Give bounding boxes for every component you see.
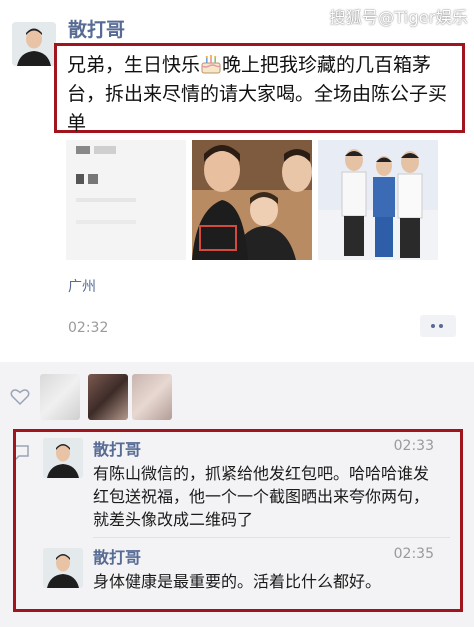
more-actions-button[interactable] bbox=[420, 315, 456, 337]
post-author-name[interactable]: 散打哥 bbox=[68, 15, 125, 42]
comment-time: 02:35 bbox=[393, 546, 434, 562]
comment-text: 身体健康是最重要的。活着比什么都好。 bbox=[93, 572, 382, 591]
post-time: 02:32 bbox=[68, 320, 109, 336]
post-author-avatar[interactable] bbox=[12, 22, 56, 66]
watermark: 搜狐号@Tiger娱乐 bbox=[329, 8, 468, 27]
comment-author-name[interactable]: 散打哥 bbox=[93, 544, 141, 568]
liker-avatar[interactable] bbox=[40, 374, 80, 420]
heart-icon bbox=[10, 389, 30, 406]
comment-author-avatar[interactable] bbox=[43, 438, 83, 478]
comment-text: 有陈山微信的，抓紧给他发红包吧。哈哈哈谁发红包送祝福，他一个一个截图晒出来夸你两… bbox=[93, 464, 430, 529]
comment-divider bbox=[93, 537, 450, 538]
post-photo-2[interactable] bbox=[192, 140, 312, 260]
post-photos bbox=[66, 140, 438, 260]
post-photo-3[interactable] bbox=[318, 140, 438, 260]
comment-author-name[interactable]: 散打哥 bbox=[93, 436, 141, 460]
comment-time: 02:33 bbox=[393, 438, 434, 454]
post-text: 兄弟，生日快乐 晚上把我珍藏的几百箱茅台，拆出来尽情的请大家喝。全场由陈公子买单 bbox=[67, 51, 452, 138]
post-location[interactable]: 广州 bbox=[68, 276, 96, 296]
liker-avatar[interactable] bbox=[88, 374, 128, 420]
post-photo-1[interactable] bbox=[66, 140, 186, 260]
comments-highlight: 散打哥 02:33 有陈山微信的，抓紧给他发红包吧。哈哈哈谁发红包送祝福，他一个… bbox=[13, 429, 463, 612]
likes-row bbox=[0, 362, 474, 428]
liker-avatar[interactable] bbox=[132, 374, 172, 420]
more-dot-icon bbox=[431, 324, 435, 328]
more-dot-icon bbox=[439, 324, 443, 328]
post-text-part-1: 兄弟，生日快乐 bbox=[67, 54, 201, 76]
post-text-highlight: 兄弟，生日快乐 晚上把我珍藏的几百箱茅台，拆出来尽情的请大家喝。全场由陈公子买单 bbox=[54, 43, 465, 134]
birthday-cake-icon bbox=[200, 54, 222, 74]
comment-author-avatar[interactable] bbox=[43, 548, 83, 588]
